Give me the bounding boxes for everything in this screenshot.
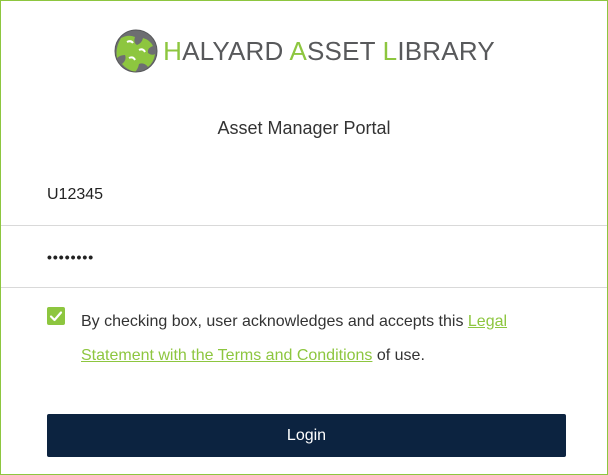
logo: HALYARD ASSET LIBRARY	[1, 27, 607, 75]
login-button[interactable]: Login	[47, 414, 566, 457]
login-card: HALYARD ASSET LIBRARY Asset Manager Port…	[0, 0, 608, 475]
puzzle-globe-icon	[114, 29, 158, 73]
terms-text-before: By checking box, user acknowledges and a…	[81, 313, 468, 330]
password-input[interactable]	[1, 226, 607, 287]
page-title: Asset Manager Portal	[217, 118, 391, 138]
terms-text-after: of use.	[372, 347, 425, 364]
terms-text: By checking box, user acknowledges and a…	[81, 305, 567, 373]
logo-letter-a: A	[289, 35, 307, 66]
logo-word-alyard: ALYARD	[182, 35, 290, 66]
logo-letter-h: H	[163, 35, 183, 66]
terms-checkbox[interactable]	[47, 307, 65, 325]
username-input[interactable]	[1, 164, 607, 225]
logo-text: HALYARD ASSET LIBRARY	[163, 36, 495, 67]
logo-word-sset: SSET	[307, 35, 383, 66]
logo-letter-l: L	[382, 35, 398, 66]
username-field-container	[1, 164, 607, 226]
logo-word-ibrary: IBRARY	[397, 35, 495, 66]
checkmark-icon	[49, 311, 63, 322]
password-field-container	[1, 226, 607, 288]
